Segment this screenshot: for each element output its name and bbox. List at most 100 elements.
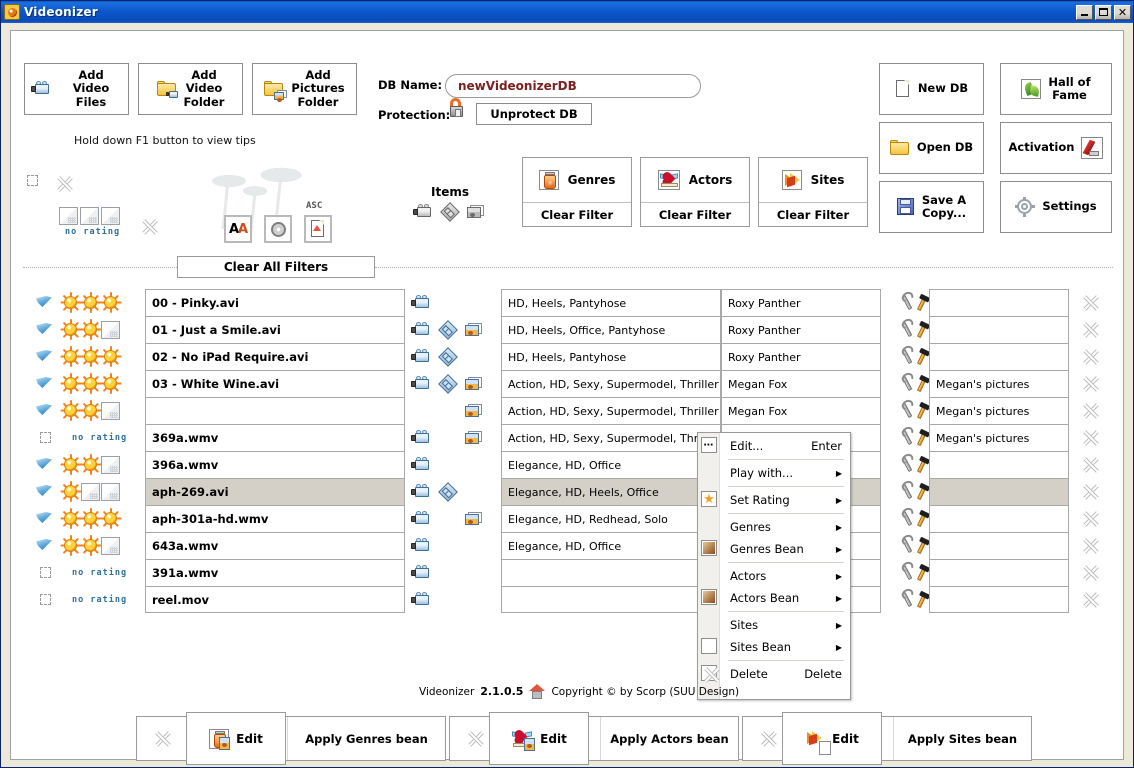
apply-sites-bean-button[interactable]: Apply Sites bean <box>893 717 1031 760</box>
table-row[interactable]: aph-301a-hd.wmv Elegance, HD, Redhead, So… <box>31 505 1106 532</box>
row-rating[interactable] <box>61 505 141 532</box>
row-delete-button[interactable] <box>1077 505 1103 532</box>
row-checkbox[interactable] <box>31 532 59 559</box>
row-name-cell[interactable]: aph-301a-hd.wmv <box>145 505 405 532</box>
context-menu-item[interactable]: Delete Delete <box>720 663 850 685</box>
rating-sun-icon[interactable] <box>61 481 80 502</box>
rating-sun-icon[interactable] <box>81 454 100 475</box>
video-icon[interactable] <box>411 537 433 554</box>
row-name-cell[interactable]: 00 - Pinky.avi <box>145 289 405 316</box>
row-delete-button[interactable] <box>1077 316 1103 343</box>
row-media-icons[interactable] <box>411 451 497 478</box>
row-name-cell[interactable]: 03 - White Wine.avi <box>145 370 405 397</box>
rating-sun-icon[interactable] <box>81 319 100 340</box>
new-db-button[interactable]: New DB <box>879 63 984 115</box>
rating-star-empty-icon[interactable] <box>80 207 99 225</box>
row-tools-button[interactable] <box>901 505 928 532</box>
rating-filter[interactable] <box>59 207 120 225</box>
add-pictures-folder-button[interactable]: Add Pictures Folder <box>252 63 357 115</box>
row-rating[interactable]: no rating <box>61 424 141 451</box>
film-filter-icon[interactable] <box>440 202 461 222</box>
close-button[interactable]: ✕ <box>1114 4 1131 20</box>
row-site-cell[interactable] <box>929 586 1069 613</box>
row-media-icons[interactable] <box>411 397 497 424</box>
row-name-cell[interactable]: 01 - Just a Smile.avi <box>145 316 405 343</box>
table-row[interactable]: no rating reel.mov <box>31 586 1106 613</box>
rating-star-empty-icon[interactable] <box>59 207 78 225</box>
home-icon[interactable] <box>529 684 546 699</box>
sites-edit-button[interactable]: Edit <box>782 712 882 765</box>
row-actors-cell[interactable]: Megan Fox <box>721 370 881 397</box>
row-site-cell[interactable] <box>929 478 1069 505</box>
row-genres-cell[interactable] <box>501 559 721 586</box>
row-genres-cell[interactable]: Elegance, HD, Office <box>501 532 721 559</box>
row-checkbox[interactable] <box>31 478 59 505</box>
row-rating[interactable] <box>61 451 141 478</box>
row-site-cell[interactable] <box>929 532 1069 559</box>
save-a-copy-button[interactable]: Save A Copy... <box>879 181 984 233</box>
row-tools-button[interactable] <box>901 586 928 613</box>
row-genres-cell[interactable]: Action, HD, Sexy, Supermodel, Thriller <box>501 397 721 424</box>
row-site-cell[interactable] <box>929 451 1069 478</box>
actors-edit-button[interactable]: Edit <box>489 712 589 765</box>
row-media-icons[interactable] <box>411 559 497 586</box>
row-delete-button[interactable] <box>1077 559 1103 586</box>
row-tools-button[interactable] <box>901 343 928 370</box>
row-genres-cell[interactable]: HD, Heels, Pantyhose <box>501 289 721 316</box>
minimize-button[interactable] <box>1076 4 1093 20</box>
table-row[interactable]: 643a.wmv Elegance, HD, Office <box>31 532 1106 559</box>
row-name-cell[interactable]: reel.mov <box>145 586 405 613</box>
rating-sun-icon[interactable] <box>101 373 120 394</box>
row-tools-button[interactable] <box>901 478 928 505</box>
picture-icon[interactable] <box>465 376 483 391</box>
rating-sun-icon[interactable] <box>101 508 120 529</box>
row-delete-button[interactable] <box>1077 532 1103 559</box>
video-icon[interactable] <box>411 375 433 392</box>
picture-icon[interactable] <box>465 511 483 526</box>
genres-filter-box[interactable]: Genres Clear Filter <box>522 157 632 227</box>
row-rating[interactable] <box>61 370 141 397</box>
genres-edit-button[interactable]: Edit <box>186 712 286 765</box>
row-checkbox[interactable] <box>31 559 59 586</box>
video-icon[interactable] <box>411 429 433 446</box>
rating-empty-icon[interactable] <box>101 455 120 474</box>
row-name-cell[interactable]: 396a.wmv <box>145 451 405 478</box>
row-tools-button[interactable] <box>901 289 928 316</box>
row-tools-button[interactable] <box>901 532 928 559</box>
unprotect-db-button[interactable]: Unprotect DB <box>476 103 592 125</box>
row-rating[interactable] <box>61 343 141 370</box>
rating-star-empty-icon[interactable] <box>101 207 120 225</box>
row-media-icons[interactable] <box>411 505 497 532</box>
add-video-folder-button[interactable]: Add Video Folder <box>138 63 243 115</box>
row-checkbox[interactable] <box>31 289 59 316</box>
row-genres-cell[interactable]: HD, Heels, Office, Pantyhose <box>501 316 721 343</box>
row-actors-cell[interactable]: Roxy Panther <box>721 316 881 343</box>
video-icon[interactable] <box>411 294 433 311</box>
context-menu-item[interactable]: Edit... Enter <box>720 435 850 457</box>
rating-empty-icon[interactable] <box>101 482 120 501</box>
rating-empty-icon[interactable] <box>101 401 120 420</box>
row-name-cell[interactable] <box>145 397 405 424</box>
film-icon[interactable] <box>438 319 459 340</box>
table-row[interactable]: Action, HD, Sexy, Supermodel, Thriller Me… <box>31 397 1106 424</box>
picture-icon[interactable] <box>465 430 483 445</box>
table-row[interactable]: 396a.wmv Elegance, HD, Office <box>31 451 1106 478</box>
rating-empty-icon[interactable] <box>101 536 120 555</box>
row-site-cell[interactable]: Megan's pictures <box>929 370 1069 397</box>
row-name-cell[interactable]: 391a.wmv <box>145 559 405 586</box>
row-rating[interactable] <box>61 532 141 559</box>
table-row[interactable]: 00 - Pinky.avi HD, Heels, Pantyhose Roxy P… <box>31 289 1106 316</box>
items-type-filters[interactable] <box>413 202 485 222</box>
genres-filter-header[interactable]: Genres <box>523 158 631 202</box>
row-checkbox[interactable] <box>31 586 59 613</box>
sort-by-disc-button[interactable] <box>264 215 292 243</box>
context-menu-item[interactable]: Set Rating ▶ <box>720 489 850 511</box>
row-delete-button[interactable] <box>1077 370 1103 397</box>
row-name-cell[interactable]: aph-269.avi <box>145 478 405 505</box>
db-name-input[interactable]: newVideonizerDB <box>445 74 701 98</box>
settings-button[interactable]: Settings <box>1000 181 1112 233</box>
context-menu-item[interactable]: Sites ▶ <box>720 614 850 636</box>
row-site-cell[interactable] <box>929 289 1069 316</box>
video-icon[interactable] <box>411 321 433 338</box>
row-rating[interactable]: no rating <box>61 559 141 586</box>
